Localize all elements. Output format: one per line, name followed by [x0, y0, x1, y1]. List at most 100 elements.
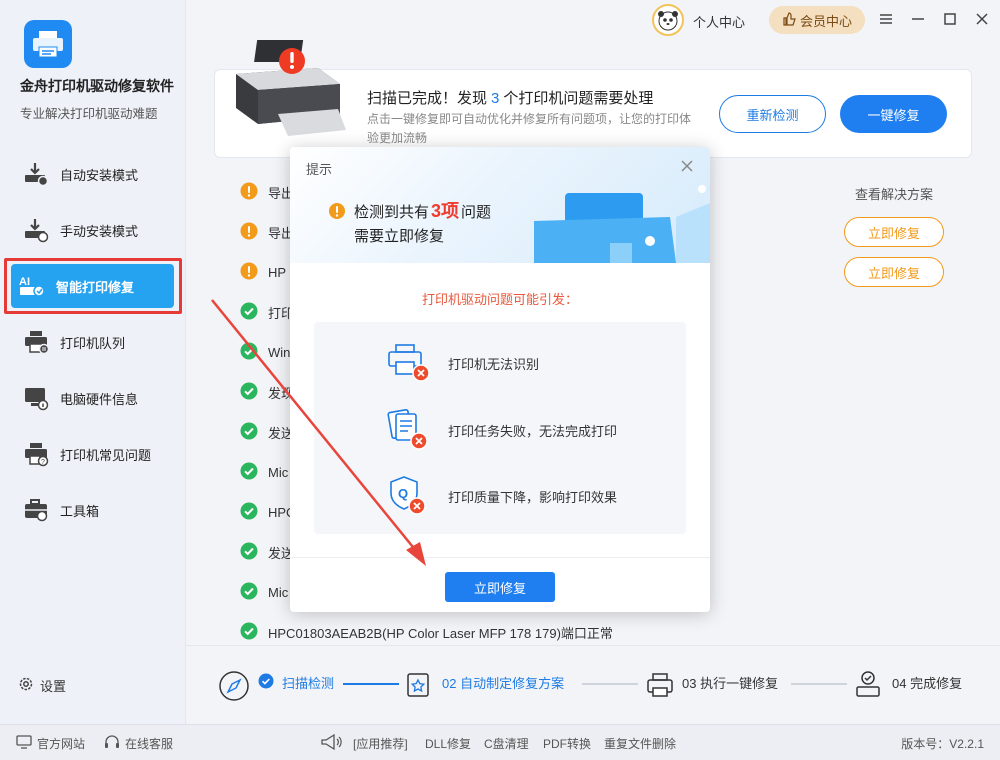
printer-queue-icon [22, 328, 50, 356]
window-controls [878, 8, 990, 30]
issue-item: 打印机无法识别 [386, 342, 539, 385]
fix-now-button[interactable]: 立即修复 [844, 217, 944, 247]
warning-icon [240, 222, 258, 243]
step-label: 02 自动制定修复方案 [442, 676, 565, 691]
sidebar-item-label: 打印机常见问题 [60, 447, 152, 463]
issue-count: 3 [491, 90, 500, 107]
list-item-text: Win [268, 344, 291, 360]
menu-icon[interactable] [878, 8, 894, 30]
sidebar-item-printer-queue[interactable]: 打印机队列 [0, 314, 186, 370]
fix-now-button[interactable]: 立即修复 [844, 257, 944, 287]
close-icon[interactable] [974, 8, 990, 30]
svg-text:?: ? [41, 459, 45, 466]
compass-icon [218, 670, 250, 705]
dialog-header: 提示 检测到共有 3项 问题 需要立即修复 [290, 147, 710, 263]
sidebar-nav: 自动安装模式 手动安装模式 AI 智能打印修复 打印机队列 电脑硬件信息 ? 打… [0, 146, 186, 538]
megaphone-icon [320, 733, 342, 754]
settings-label: 设置 [40, 679, 67, 694]
quality-error-icon: Q [386, 474, 430, 519]
list-item-text: HP [268, 264, 287, 280]
sidebar-item-faq[interactable]: ? 打印机常见问题 [0, 426, 186, 482]
check-circle-icon [258, 673, 274, 692]
settings-button[interactable]: 设置 [18, 676, 66, 695]
dialog-subtitle: 打印机驱动问题可能引发： [421, 292, 578, 307]
step-execute: 03 执行一键修复 [674, 673, 778, 692]
pdf-convert-link[interactable]: PDF转换 [543, 735, 591, 752]
c-drive-clean-link[interactable]: C盘清理 [484, 735, 529, 752]
dialog-message-suffix: 问题 [461, 204, 492, 221]
printer-error-icon [386, 342, 430, 385]
issue-text: 打印机无法识别 [448, 357, 540, 372]
list-item: 发送 [240, 420, 294, 444]
step-connector [791, 683, 847, 685]
sidebar-item-label: 打印机队列 [60, 335, 126, 351]
maximize-icon[interactable] [942, 8, 958, 30]
minimize-icon[interactable] [910, 8, 926, 30]
sidebar-item-auto-install[interactable]: 自动安装模式 [0, 146, 186, 202]
check-icon [240, 542, 258, 563]
check-icon [240, 582, 258, 603]
svg-text:AI: AI [19, 276, 30, 288]
dialog-divider [290, 557, 710, 558]
step-label: 03 执行一键修复 [682, 676, 779, 691]
document-error-icon [386, 408, 430, 453]
sidebar: 金舟打印机驱动修复软件 专业解决打印机驱动难题 自动安装模式 手动安装模式 AI… [0, 0, 186, 724]
rescan-button[interactable]: 重新检测 [719, 95, 826, 133]
check-icon [240, 462, 258, 483]
step-connector [582, 683, 638, 685]
thumbs-up-icon [782, 11, 796, 29]
banner-title: 扫描已完成！发现 3 个打印机问题需要处理 [367, 87, 653, 108]
step-plan: 02 自动制定修复方案 [434, 673, 564, 692]
sidebar-item-hardware-info[interactable]: 电脑硬件信息 [0, 370, 186, 426]
headset-icon [104, 735, 120, 752]
gear-icon [18, 676, 34, 695]
dialog-illustration [534, 185, 710, 263]
list-item: 发送 [240, 540, 294, 564]
support-link[interactable]: 在线客服 [104, 735, 173, 752]
step-connector [343, 683, 399, 685]
sidebar-item-label: 智能打印修复 [56, 279, 135, 295]
avatar[interactable] [652, 4, 684, 36]
status-bar: 官方网站 在线客服 [应用推荐] DLL修复 C盘清理 PDF转换 重复文件删除… [0, 724, 1000, 760]
website-link[interactable]: 官方网站 [16, 735, 85, 752]
issue-item: 打印任务失败，无法完成打印 [386, 408, 617, 453]
progress-steps: 扫描检测 02 自动制定修复方案 03 执行一键修复 04 完成修复 [186, 645, 1000, 724]
list-item: HPC01803AEAB2B(HP Color Laser MFP 178 17… [240, 620, 613, 644]
faq-icon: ? [22, 440, 50, 468]
sidebar-item-label: 电脑硬件信息 [60, 391, 139, 407]
sidebar-item-label: 手动安装模式 [60, 223, 139, 239]
version-label: 版本号：V2.2.1 [901, 737, 984, 751]
printer-logo-icon [24, 20, 72, 68]
step-scan: 扫描检测 [258, 673, 334, 692]
repair-now-button[interactable]: 立即修复 [445, 572, 555, 602]
banner-title-prefix: 扫描已完成！发现 [367, 90, 488, 107]
banner-title-suffix: 个打印机问题需要处理 [503, 90, 654, 107]
plan-icon [406, 671, 430, 702]
step-label: 04 完成修复 [892, 676, 963, 691]
printer-step-icon [646, 671, 674, 702]
list-item: HPC [240, 500, 295, 524]
manual-install-icon [22, 216, 50, 244]
close-icon[interactable] [678, 157, 696, 175]
personal-center-link[interactable]: 个人中心 [693, 12, 745, 31]
dll-repair-link[interactable]: DLL修复 [425, 735, 471, 752]
one-click-repair-button[interactable]: 一键修复 [840, 95, 947, 133]
list-item-text: HPC01803AEAB2B(HP Color Laser MFP 178 17… [268, 625, 613, 641]
sidebar-item-label: 工具箱 [60, 503, 100, 519]
warning-icon [240, 182, 258, 203]
sidebar-item-smart-repair[interactable]: AI 智能打印修复 [4, 258, 182, 314]
repair-dialog: 提示 检测到共有 3项 问题 需要立即修复 打印机驱动问题可能引发： 打印机无法识别… [290, 147, 710, 612]
list-item: 打印 [240, 300, 294, 324]
list-item: Mic [240, 460, 288, 484]
vip-center-button[interactable]: 会员中心 [769, 6, 865, 34]
sidebar-item-label: 自动安装模式 [60, 167, 139, 183]
dialog-title: 提示 [306, 162, 333, 177]
duplicate-file-link[interactable]: 重复文件删除 [604, 735, 676, 752]
dialog-issue-count: 3项 [431, 201, 460, 221]
sidebar-item-manual-install[interactable]: 手动安装模式 [0, 202, 186, 258]
issue-item: Q 打印质量下降，影响打印效果 [386, 474, 617, 519]
sidebar-item-toolbox[interactable]: 工具箱 [0, 482, 186, 538]
list-item: 导出 [240, 220, 294, 244]
issue-list: 打印机无法识别 打印任务失败，无法完成打印 Q 打印质量下降，影响打印效果 [314, 322, 686, 534]
complete-icon [854, 669, 882, 702]
